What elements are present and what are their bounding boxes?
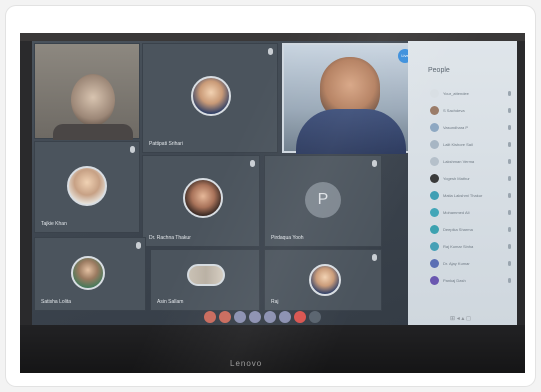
people-panel-title: People (428, 67, 450, 74)
participant-tile[interactable]: Asin Sallam (150, 249, 260, 311)
mic-icon (508, 210, 511, 215)
mic-button[interactable] (219, 311, 231, 323)
end-call-button[interactable] (294, 311, 306, 323)
avatar (430, 276, 439, 285)
avatar (71, 256, 105, 290)
people-list-item[interactable]: Matia Lakshmi Thakur (430, 191, 515, 201)
people-list-item-name: Deepika Sharma (443, 227, 473, 232)
self-video-tile[interactable] (34, 43, 140, 140)
people-list-item[interactable]: Deepika Sharma (430, 225, 515, 235)
avatar (430, 140, 439, 149)
mic-icon (508, 244, 511, 249)
share-button[interactable] (234, 311, 246, 323)
participant-tile[interactable]: Tajkie Khan (34, 141, 140, 233)
system-tray: ⊞ ◂ ▴ ◻ (450, 316, 472, 322)
people-list-item-name: Lalit Kishore Sail (443, 142, 473, 147)
participant-tile[interactable]: Satisha Lolita (34, 237, 146, 311)
participant-name: Satisha Lolita (41, 299, 72, 305)
people-list-item[interactable]: Lalit Kishore Sail (430, 140, 515, 150)
people-list-item[interactable]: Yogesh Mathur (430, 174, 515, 184)
mic-icon (508, 261, 511, 266)
participant-tile[interactable]: P Pirdaqua Yooh (264, 155, 382, 247)
mic-icon (250, 160, 255, 167)
people-list-item[interactable]: Pankaj Dash (430, 276, 515, 286)
avatar (430, 157, 439, 166)
people-list-item-name: Lakshman Verma (443, 159, 475, 164)
people-list-item[interactable]: Lakshman Verma (430, 157, 515, 167)
people-list-item-name: Your_attendee (443, 91, 469, 96)
mic-icon (508, 125, 511, 130)
avatar (430, 242, 439, 251)
participant-video-tile[interactable]: Live (282, 43, 418, 154)
more-button[interactable] (279, 311, 291, 323)
avatar (67, 166, 107, 206)
self-video-face (71, 74, 115, 126)
people-list-item-name: Mohammed Ali (443, 210, 470, 215)
video-body (296, 109, 406, 154)
people-list-item-name: Yogesh Mathur (443, 176, 470, 181)
mic-icon (508, 108, 511, 113)
chat-button[interactable] (249, 311, 261, 323)
mic-icon (130, 146, 135, 153)
avatar (191, 76, 231, 116)
laptop-brand-logo: Lenovo (230, 359, 263, 368)
mic-icon (508, 91, 511, 96)
mic-icon (508, 159, 511, 164)
avatar (183, 178, 223, 218)
participant-name: Raj (271, 299, 279, 305)
people-list-item[interactable]: S Sachdeva (430, 106, 515, 116)
avatar (309, 264, 341, 296)
avatar-initial: P (305, 182, 341, 218)
laptop-bezel-top (20, 33, 525, 41)
mic-icon (508, 176, 511, 181)
mic-icon (372, 160, 377, 167)
people-list-item[interactable]: Raj Kumar Sinha (430, 242, 515, 252)
mic-icon (508, 142, 511, 147)
participant-name: Asin Sallam (157, 299, 184, 305)
people-list-item-name: Vasundhara P (443, 125, 469, 130)
mic-icon (136, 242, 141, 249)
laptop-photo: Pattipati Srihari Live Tajkie Khan Dr. R… (20, 33, 525, 373)
teams-meeting-screen: Pattipati Srihari Live Tajkie Khan Dr. R… (32, 41, 517, 325)
avatar (430, 174, 439, 183)
mic-icon (268, 48, 273, 55)
participant-name: Pirdaqua Yooh (271, 235, 304, 241)
people-list-item[interactable]: Mohammed Ali (430, 208, 515, 218)
group-avatar (187, 264, 225, 286)
participant-tile[interactable]: Dr. Rachna Thakur (142, 155, 260, 247)
avatar (430, 191, 439, 200)
people-list-item-name: Dr. Ajay Kumar (443, 261, 470, 266)
people-panel: People Your_attendee S Sachdeva Vasundhara… (408, 41, 517, 325)
participant-name: Tajkie Khan (41, 221, 67, 227)
people-list-item[interactable]: Dr. Ajay Kumar (430, 259, 515, 269)
mic-icon (508, 278, 511, 283)
participant-tile[interactable]: Raj (264, 249, 382, 311)
avatar (430, 225, 439, 234)
avatar (430, 123, 439, 132)
participant-name: Dr. Rachna Thakur (149, 235, 191, 241)
participant-tile[interactable]: Pattipati Srihari (142, 43, 278, 153)
mic-icon (372, 254, 377, 261)
people-list-item-name: Matia Lakshmi Thakur (443, 193, 483, 198)
people-button[interactable] (264, 311, 276, 323)
avatar (430, 259, 439, 268)
people-list-item-name: Raj Kumar Sinha (443, 244, 474, 249)
self-video-body (53, 124, 133, 140)
people-list-item[interactable]: Your_attendee (430, 89, 515, 99)
mic-icon (508, 193, 511, 198)
video-button[interactable] (204, 311, 216, 323)
avatar (430, 208, 439, 217)
settings-button[interactable] (309, 311, 321, 323)
avatar (430, 106, 439, 115)
avatar (430, 89, 439, 98)
people-list-item-name: S Sachdeva (443, 108, 465, 113)
participant-name: Pattipati Srihari (149, 141, 183, 147)
people-list-item[interactable]: Vasundhara P (430, 123, 515, 133)
laptop-bezel-bottom (20, 325, 525, 373)
mic-icon (508, 227, 511, 232)
people-list-item-name: Pankaj Dash (443, 278, 466, 283)
